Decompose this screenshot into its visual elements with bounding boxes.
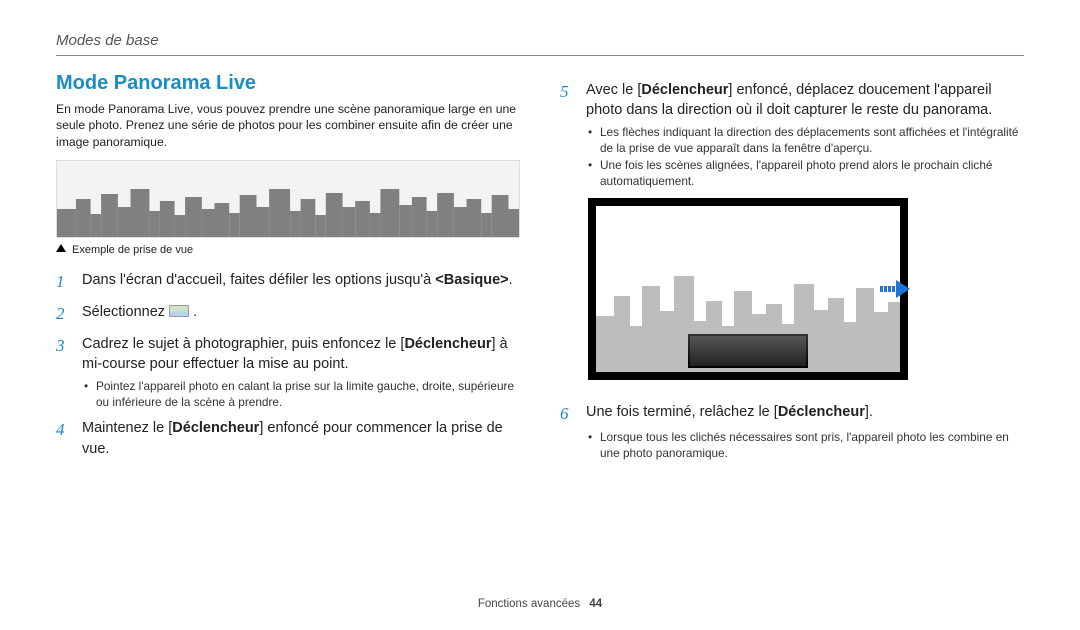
page-footer: Fonctions avancées 44: [0, 598, 1080, 610]
page-number: 44: [589, 598, 602, 610]
step-3: 3 Cadrez le sujet à photographier, puis …: [56, 334, 520, 375]
step-number: 3: [56, 334, 72, 375]
header-rule: [56, 55, 1024, 56]
caption-triangle-icon: [56, 244, 66, 252]
footer-section: Fonctions avancées: [478, 598, 580, 610]
step-number: 4: [56, 418, 72, 459]
section-title: Mode Panorama Live: [56, 72, 520, 95]
left-column: Mode Panorama Live En mode Panorama Live…: [56, 72, 520, 470]
list-item: Une fois les scènes alignées, l'appareil…: [588, 158, 1024, 190]
step-2: 2 Sélectionnez .: [56, 302, 520, 326]
panorama-mode-icon: [169, 305, 189, 317]
step-4: 4 Maintenez le [Déclencheur] enfoncé pou…: [56, 418, 520, 459]
step-5-bullets: Les flèches indiquant la direction des d…: [560, 125, 1024, 191]
step-number: 1: [56, 270, 72, 294]
panorama-example-image: [56, 160, 520, 238]
right-column: 5 Avec le [Déclencheur] enfoncé, déplace…: [560, 72, 1024, 470]
direction-arrow-icon: [880, 278, 910, 300]
panorama-preview-image: [588, 198, 908, 380]
step-5: 5 Avec le [Déclencheur] enfoncé, déplace…: [560, 80, 1024, 121]
step-number: 2: [56, 302, 72, 326]
list-item: Pointez l'appareil photo en calant la pr…: [84, 379, 520, 411]
step-6-bullets: Lorsque tous les clichés nécessaires son…: [560, 430, 1024, 462]
captured-frame-thumbnail: [688, 334, 808, 368]
intro-paragraph: En mode Panorama Live, vous pouvez prend…: [56, 101, 520, 150]
step-6: 6 Une fois terminé, relâchez le [Déclenc…: [560, 402, 1024, 426]
step-number: 6: [560, 402, 576, 426]
list-item: Les flèches indiquant la direction des d…: [588, 125, 1024, 157]
step-1: 1 Dans l'écran d'accueil, faites défiler…: [56, 270, 520, 294]
example-caption: Exemple de prise de vue: [56, 244, 520, 256]
list-item: Lorsque tous les clichés nécessaires son…: [588, 430, 1024, 462]
page-header: Modes de base: [56, 32, 1024, 49]
step-number: 5: [560, 80, 576, 121]
step-3-bullets: Pointez l'appareil photo en calant la pr…: [56, 379, 520, 411]
